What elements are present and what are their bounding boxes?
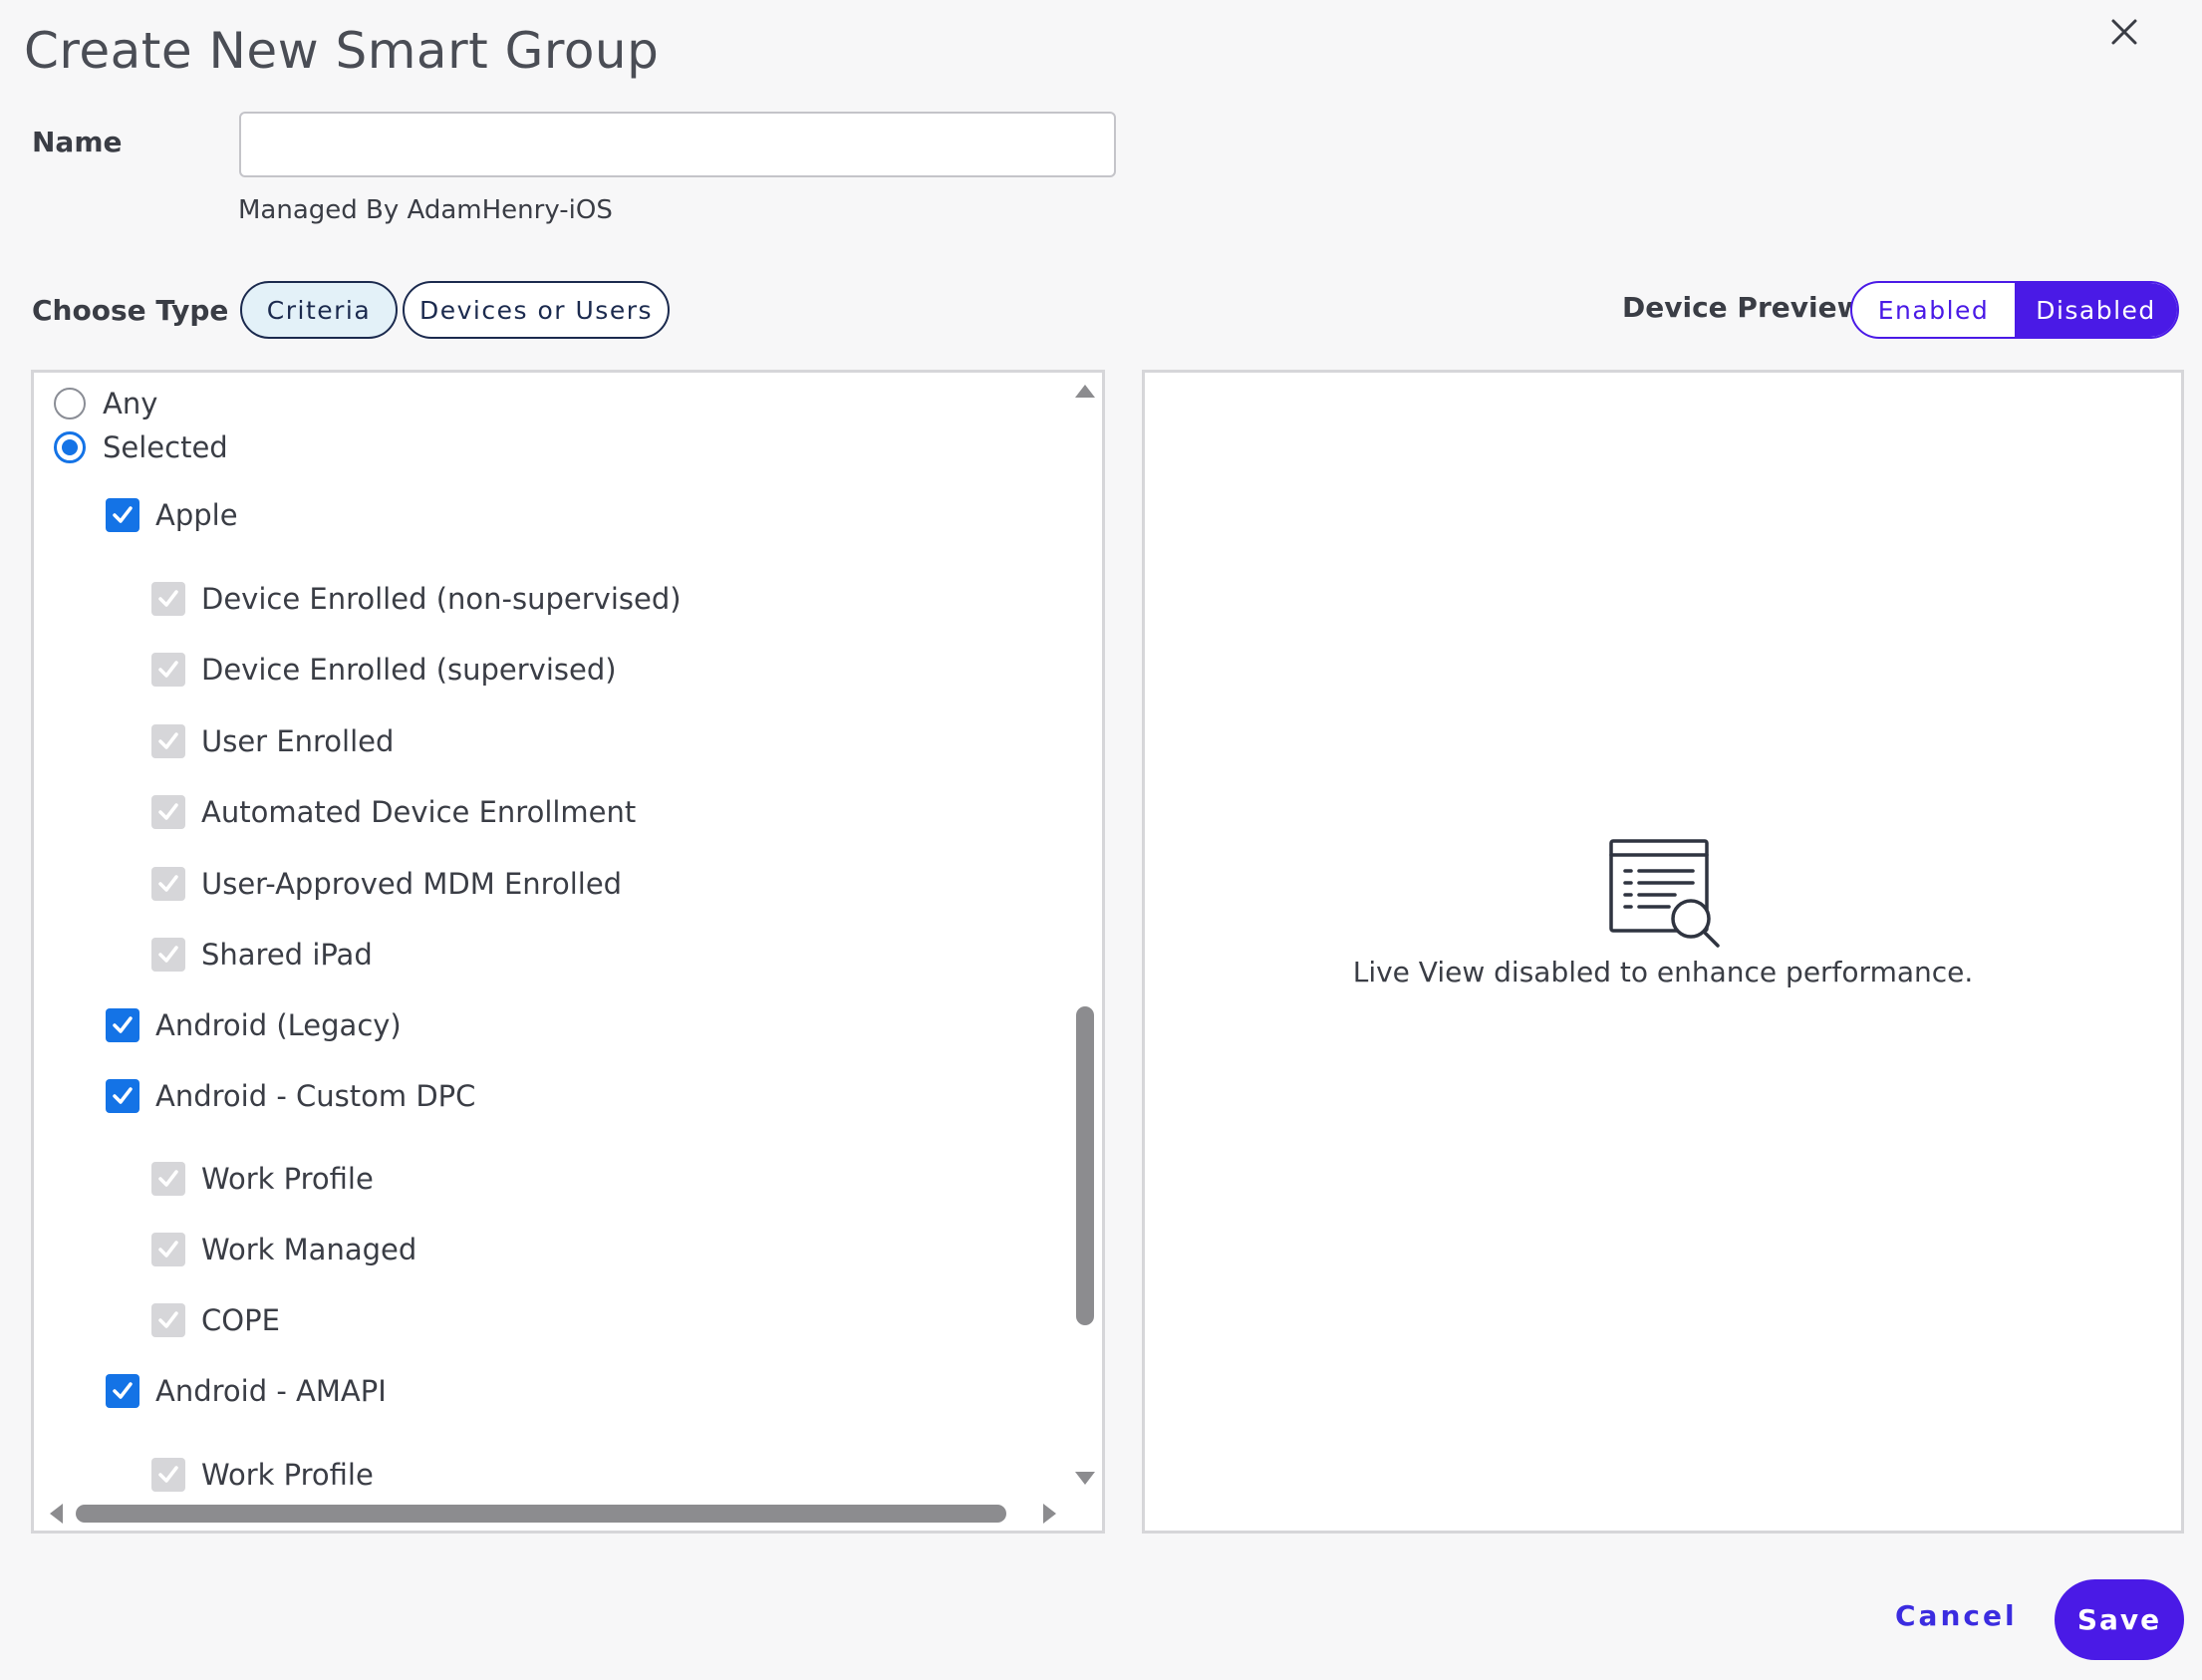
- checkbox-label: Shared iPad: [201, 938, 373, 972]
- radio-label: Any: [103, 387, 158, 420]
- checkbox-checked-icon[interactable]: [106, 498, 139, 532]
- checkbox-label: Automated Device Enrollment: [201, 795, 637, 829]
- checkbox-disabled-icon: [151, 653, 185, 687]
- vertical-scrollbar-thumb[interactable]: [1076, 1006, 1094, 1325]
- cancel-button[interactable]: Cancel: [1895, 1599, 2018, 1632]
- checkbox-label: Android (Legacy): [155, 1008, 402, 1042]
- checkbox-custom-dpc-sub: COPE: [151, 1303, 280, 1337]
- checkbox-android-custom-dpc[interactable]: Android - Custom DPC: [106, 1079, 475, 1113]
- checkbox-disabled-icon: [151, 582, 185, 616]
- close-icon[interactable]: [2104, 12, 2144, 52]
- checkbox-label: User-Approved MDM Enrolled: [201, 867, 623, 901]
- device-preview-panel: Live View disabled to enhance performanc…: [1142, 370, 2184, 1534]
- checkbox-apple-sub: User-Approved MDM Enrolled: [151, 867, 622, 901]
- device-preview-label: Device Preview: [1622, 291, 1863, 324]
- checkbox-disabled-icon: [151, 1162, 185, 1196]
- checkbox-disabled-icon: [151, 795, 185, 829]
- preview-disabled-message: Live View disabled to enhance performanc…: [1352, 956, 1974, 988]
- checkbox-amapi-sub: Work Profile: [151, 1458, 374, 1492]
- scroll-up-arrow-icon[interactable]: [1073, 379, 1097, 403]
- checkbox-checked-icon[interactable]: [106, 1008, 139, 1042]
- managed-by-text: Managed By AdamHenry-iOS: [238, 195, 613, 225]
- document-search-icon: [1607, 835, 1727, 955]
- checkbox-apple-sub: Device Enrolled (non-supervised): [151, 582, 682, 616]
- checkbox-label: Android - AMAPI: [155, 1374, 387, 1408]
- scroll-left-arrow-icon[interactable]: [44, 1502, 68, 1526]
- checkbox-disabled-icon: [151, 1303, 185, 1337]
- checkbox-disabled-icon: [151, 867, 185, 901]
- radio-button[interactable]: [54, 388, 86, 420]
- radio-selected[interactable]: Selected: [54, 430, 228, 464]
- radio-any[interactable]: Any: [54, 387, 157, 420]
- horizontal-scrollbar-thumb[interactable]: [76, 1505, 1006, 1523]
- checkbox-apple-sub: Device Enrolled (supervised): [151, 653, 617, 687]
- checkbox-android-legacy[interactable]: Android (Legacy): [106, 1008, 402, 1042]
- radio-label: Selected: [103, 430, 228, 464]
- checkbox-label: COPE: [201, 1303, 280, 1337]
- checkbox-android-amapi[interactable]: Android - AMAPI: [106, 1374, 387, 1408]
- checkbox-custom-dpc-sub: Work Profile: [151, 1162, 374, 1196]
- dialog-title: Create New Smart Group: [24, 22, 660, 80]
- checkbox-label: User Enrolled: [201, 724, 395, 758]
- checkbox-apple-sub: User Enrolled: [151, 724, 394, 758]
- checkbox-apple-sub: Automated Device Enrollment: [151, 795, 636, 829]
- checkbox-label: Device Enrolled (non-supervised): [201, 582, 682, 616]
- checkbox-custom-dpc-sub: Work Managed: [151, 1233, 416, 1266]
- checkbox-checked-icon[interactable]: [106, 1374, 139, 1408]
- checkbox-disabled-icon: [151, 1458, 185, 1492]
- checkbox-checked-icon[interactable]: [106, 1079, 139, 1113]
- checkbox-label: Apple: [155, 498, 238, 532]
- preview-enabled-button[interactable]: Enabled: [1852, 283, 2015, 337]
- checkbox-label: Work Profile: [201, 1162, 374, 1196]
- criteria-panel: Any Selected Apple Device Enrolled (non-…: [31, 370, 1105, 1534]
- choose-type-label: Choose Type: [32, 294, 229, 327]
- checkbox-apple-sub: Shared iPad: [151, 938, 373, 972]
- preview-disabled-button[interactable]: Disabled: [2015, 283, 2177, 337]
- checkbox-label: Android - Custom DPC: [155, 1079, 476, 1113]
- scroll-down-arrow-icon[interactable]: [1073, 1467, 1097, 1491]
- radio-button[interactable]: [54, 431, 86, 463]
- checkbox-disabled-icon: [151, 938, 185, 972]
- type-devices-or-users-button[interactable]: Devices or Users: [403, 281, 670, 339]
- name-label: Name: [32, 126, 123, 158]
- save-button[interactable]: Save: [2055, 1579, 2184, 1660]
- checkbox-disabled-icon: [151, 1233, 185, 1266]
- checkbox-disabled-icon: [151, 724, 185, 758]
- name-input[interactable]: [239, 112, 1116, 177]
- checkbox-label: Work Managed: [201, 1233, 417, 1266]
- device-preview-toggle: Enabled Disabled: [1850, 281, 2179, 339]
- checkbox-label: Device Enrolled (supervised): [201, 653, 617, 687]
- type-criteria-button[interactable]: Criteria: [240, 281, 398, 339]
- checkbox-apple[interactable]: Apple: [106, 498, 238, 532]
- checkbox-label: Work Profile: [201, 1458, 374, 1492]
- scroll-right-arrow-icon[interactable]: [1038, 1502, 1062, 1526]
